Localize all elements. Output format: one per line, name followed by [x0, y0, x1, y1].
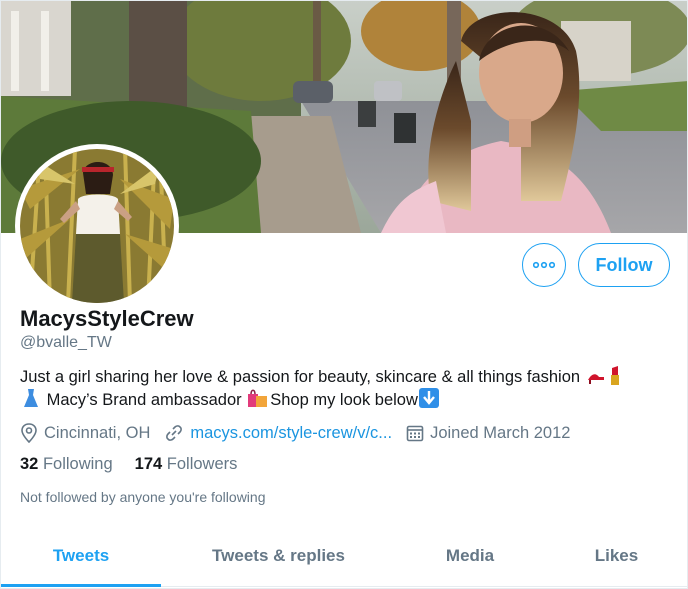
- avatar-photo: [20, 149, 174, 303]
- join-date-text: Joined March 2012: [430, 423, 571, 442]
- follow-counts: 32 Following 174 Followers: [20, 455, 259, 474]
- location-pin-icon: [21, 423, 37, 443]
- bio-text-line1: Just a girl sharing her love & passion f…: [20, 368, 581, 386]
- profile-tabs: Tweets Tweets & replies Media Likes: [1, 527, 687, 587]
- tab-media[interactable]: Media: [396, 527, 544, 585]
- website[interactable]: macys.com/style-crew/v/c...: [164, 423, 392, 443]
- bio-text-line2: Macy’s Brand ambassador: [46, 391, 242, 409]
- followers-label: Followers: [166, 455, 238, 473]
- more-icon: [533, 261, 555, 269]
- user-handle: @bvalle_TW: [20, 334, 112, 351]
- follow-button[interactable]: Follow: [578, 243, 670, 287]
- profile-meta: Cincinnati, OH macys.com/style-crew/v/c.…: [20, 421, 584, 445]
- profile-avatar[interactable]: [15, 144, 179, 308]
- followers-number: 174: [134, 455, 163, 473]
- tab-tweets[interactable]: Tweets: [1, 527, 161, 587]
- following-count[interactable]: 32 Following: [20, 455, 113, 474]
- high-heel-icon: [587, 374, 604, 384]
- join-date: Joined March 2012: [406, 424, 570, 443]
- following-number: 32: [20, 455, 39, 473]
- profile-page: Follow MacysStyleCrew @bvalle_TW Just a …: [0, 0, 688, 589]
- display-name: MacysStyleCrew: [20, 306, 194, 331]
- location-text: Cincinnati, OH: [44, 423, 151, 442]
- tab-likes[interactable]: Likes: [544, 527, 687, 585]
- down-arrow-icon: [418, 388, 439, 408]
- dress-icon: [24, 389, 38, 407]
- website-link[interactable]: macys.com/style-crew/v/c...: [190, 424, 392, 443]
- more-button[interactable]: [522, 243, 566, 287]
- tab-tweets-replies[interactable]: Tweets & replies: [161, 527, 396, 585]
- profile-bio: Just a girl sharing her love & passion f…: [20, 365, 680, 411]
- bio-text-line2b: Shop my look below: [270, 391, 418, 409]
- calendar-icon: [406, 425, 424, 442]
- location: Cincinnati, OH: [20, 423, 150, 443]
- link-icon: [166, 425, 183, 441]
- lipstick-icon: [610, 366, 619, 385]
- not-followed-note: Not followed by anyone you're following: [20, 489, 266, 505]
- followers-count[interactable]: 174 Followers: [135, 455, 238, 474]
- shopping-bags-icon: [248, 389, 268, 407]
- following-label: Following: [42, 455, 113, 473]
